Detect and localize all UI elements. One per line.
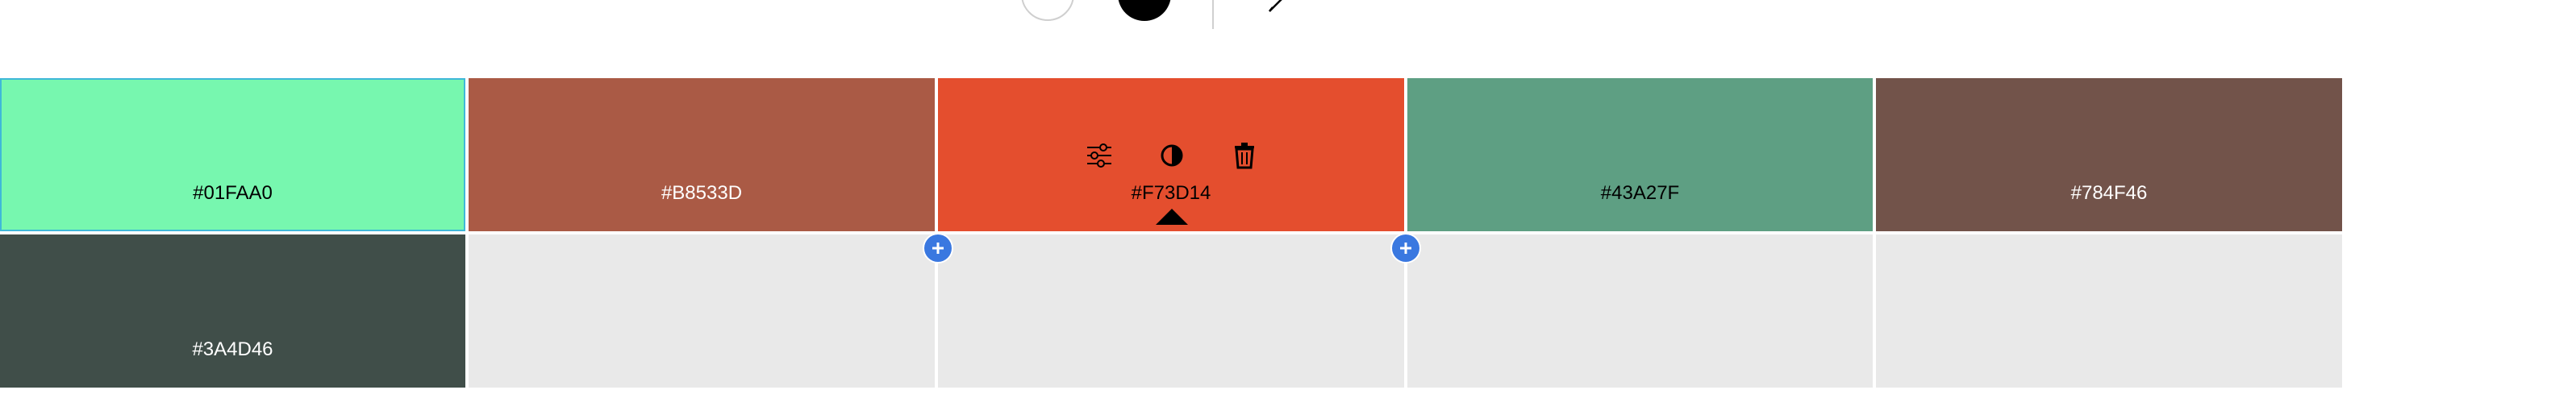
swatch-hex-label[interactable]: #F73D14 (938, 182, 1404, 205)
swatch-4[interactable]: #43A27F (1407, 78, 1873, 231)
empty-slot (938, 234, 1404, 388)
adjust-sliders-icon[interactable] (1083, 139, 1115, 172)
add-swatch-after-icon[interactable] (1392, 234, 1419, 262)
swatch-3-selected[interactable]: #F73D14 (938, 78, 1404, 231)
contrast-icon[interactable] (1156, 139, 1188, 172)
swatch-6[interactable]: #3A4D46 (0, 234, 465, 388)
empty-slot (469, 234, 935, 388)
swatch-hex-label[interactable]: #3A4D46 (0, 338, 465, 361)
top-toolbar (0, 0, 2576, 32)
palette-grid: #01FAA0 #B8533D #F73D14 #43A27F #784F46 … (0, 78, 2342, 388)
add-swatch-before-icon[interactable] (924, 234, 952, 262)
dark-theme-button[interactable] (1118, 0, 1171, 21)
swatch-1[interactable]: #01FAA0 (0, 78, 465, 231)
selected-caret-icon (1156, 209, 1188, 225)
swatch-hex-label[interactable]: #43A27F (1407, 182, 1873, 205)
light-theme-button[interactable] (1021, 0, 1074, 21)
swatch-5[interactable]: #784F46 (1876, 78, 2342, 231)
empty-slot (1407, 234, 1873, 388)
toolbar-divider (1212, 0, 1214, 29)
swatch-hex-label[interactable]: #B8533D (469, 182, 935, 205)
swatch-2[interactable]: #B8533D (469, 78, 935, 231)
pen-icon[interactable] (1268, 0, 1292, 13)
empty-slot (1876, 234, 2342, 388)
swatch-toolbar (938, 139, 1404, 172)
swatch-hex-label[interactable]: #784F46 (1876, 182, 2342, 205)
swatch-hex-label[interactable]: #01FAA0 (0, 182, 465, 205)
trash-icon[interactable] (1228, 139, 1261, 172)
